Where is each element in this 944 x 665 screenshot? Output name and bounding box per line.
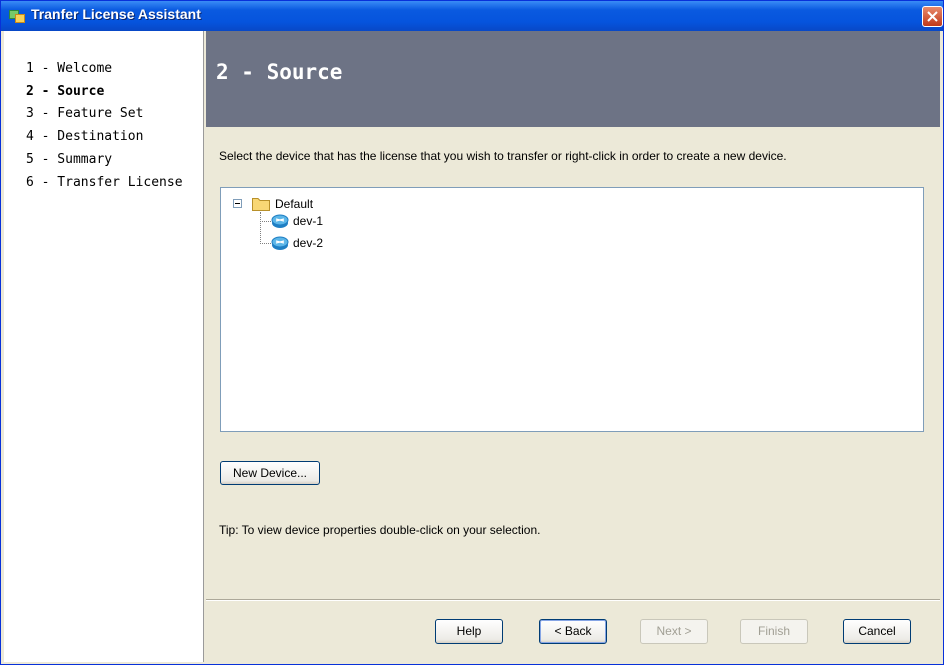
wizard-app-icon [9, 10, 25, 23]
cancel-button[interactable]: Cancel [843, 619, 911, 644]
finish-button[interactable]: Finish [740, 619, 808, 644]
client-area: 1 - Welcome 2 - Source 3 - Feature Set 4… [4, 31, 940, 662]
footer-divider [206, 599, 940, 601]
router-device-icon [271, 214, 289, 228]
tree-node-default[interactable]: Default [275, 197, 313, 211]
step-header: 2 - Source [206, 31, 940, 127]
device-tree[interactable]: Default dev-1 dev-2 [220, 187, 924, 432]
title-bar[interactable]: Tranfer License Assistant [1, 1, 943, 31]
router-device-icon [271, 236, 289, 250]
wizard-window: Tranfer License Assistant 1 - Welcome 2 … [0, 0, 944, 665]
close-button[interactable] [922, 6, 943, 27]
help-button[interactable]: Help [435, 619, 503, 644]
window-title: Tranfer License Assistant [31, 6, 201, 22]
steps-panel: 1 - Welcome 2 - Source 3 - Feature Set 4… [4, 31, 204, 662]
close-icon [927, 11, 938, 22]
page-title: 2 - Source [216, 60, 343, 84]
step-welcome: 1 - Welcome [26, 61, 113, 76]
step-content: 2 - Source Select the device that has th… [206, 31, 940, 662]
step-feature-set: 3 - Feature Set [26, 106, 144, 121]
instruction-text: Select the device that has the license t… [219, 149, 787, 163]
step-transfer-license: 6 - Transfer License [26, 175, 183, 190]
new-device-button[interactable]: New Device... [220, 461, 320, 485]
collapse-toggle-icon[interactable] [233, 199, 242, 208]
back-button[interactable]: < Back [539, 619, 607, 644]
tree-node-dev-1[interactable]: dev-1 [293, 214, 323, 228]
folder-icon [252, 198, 270, 211]
step-destination: 4 - Destination [26, 129, 144, 144]
step-source: 2 - Source [26, 84, 105, 99]
tree-node-dev-2[interactable]: dev-2 [293, 236, 323, 250]
step-summary: 5 - Summary [26, 152, 113, 167]
tip-text: Tip: To view device properties double-cl… [219, 523, 541, 537]
next-button[interactable]: Next > [640, 619, 708, 644]
